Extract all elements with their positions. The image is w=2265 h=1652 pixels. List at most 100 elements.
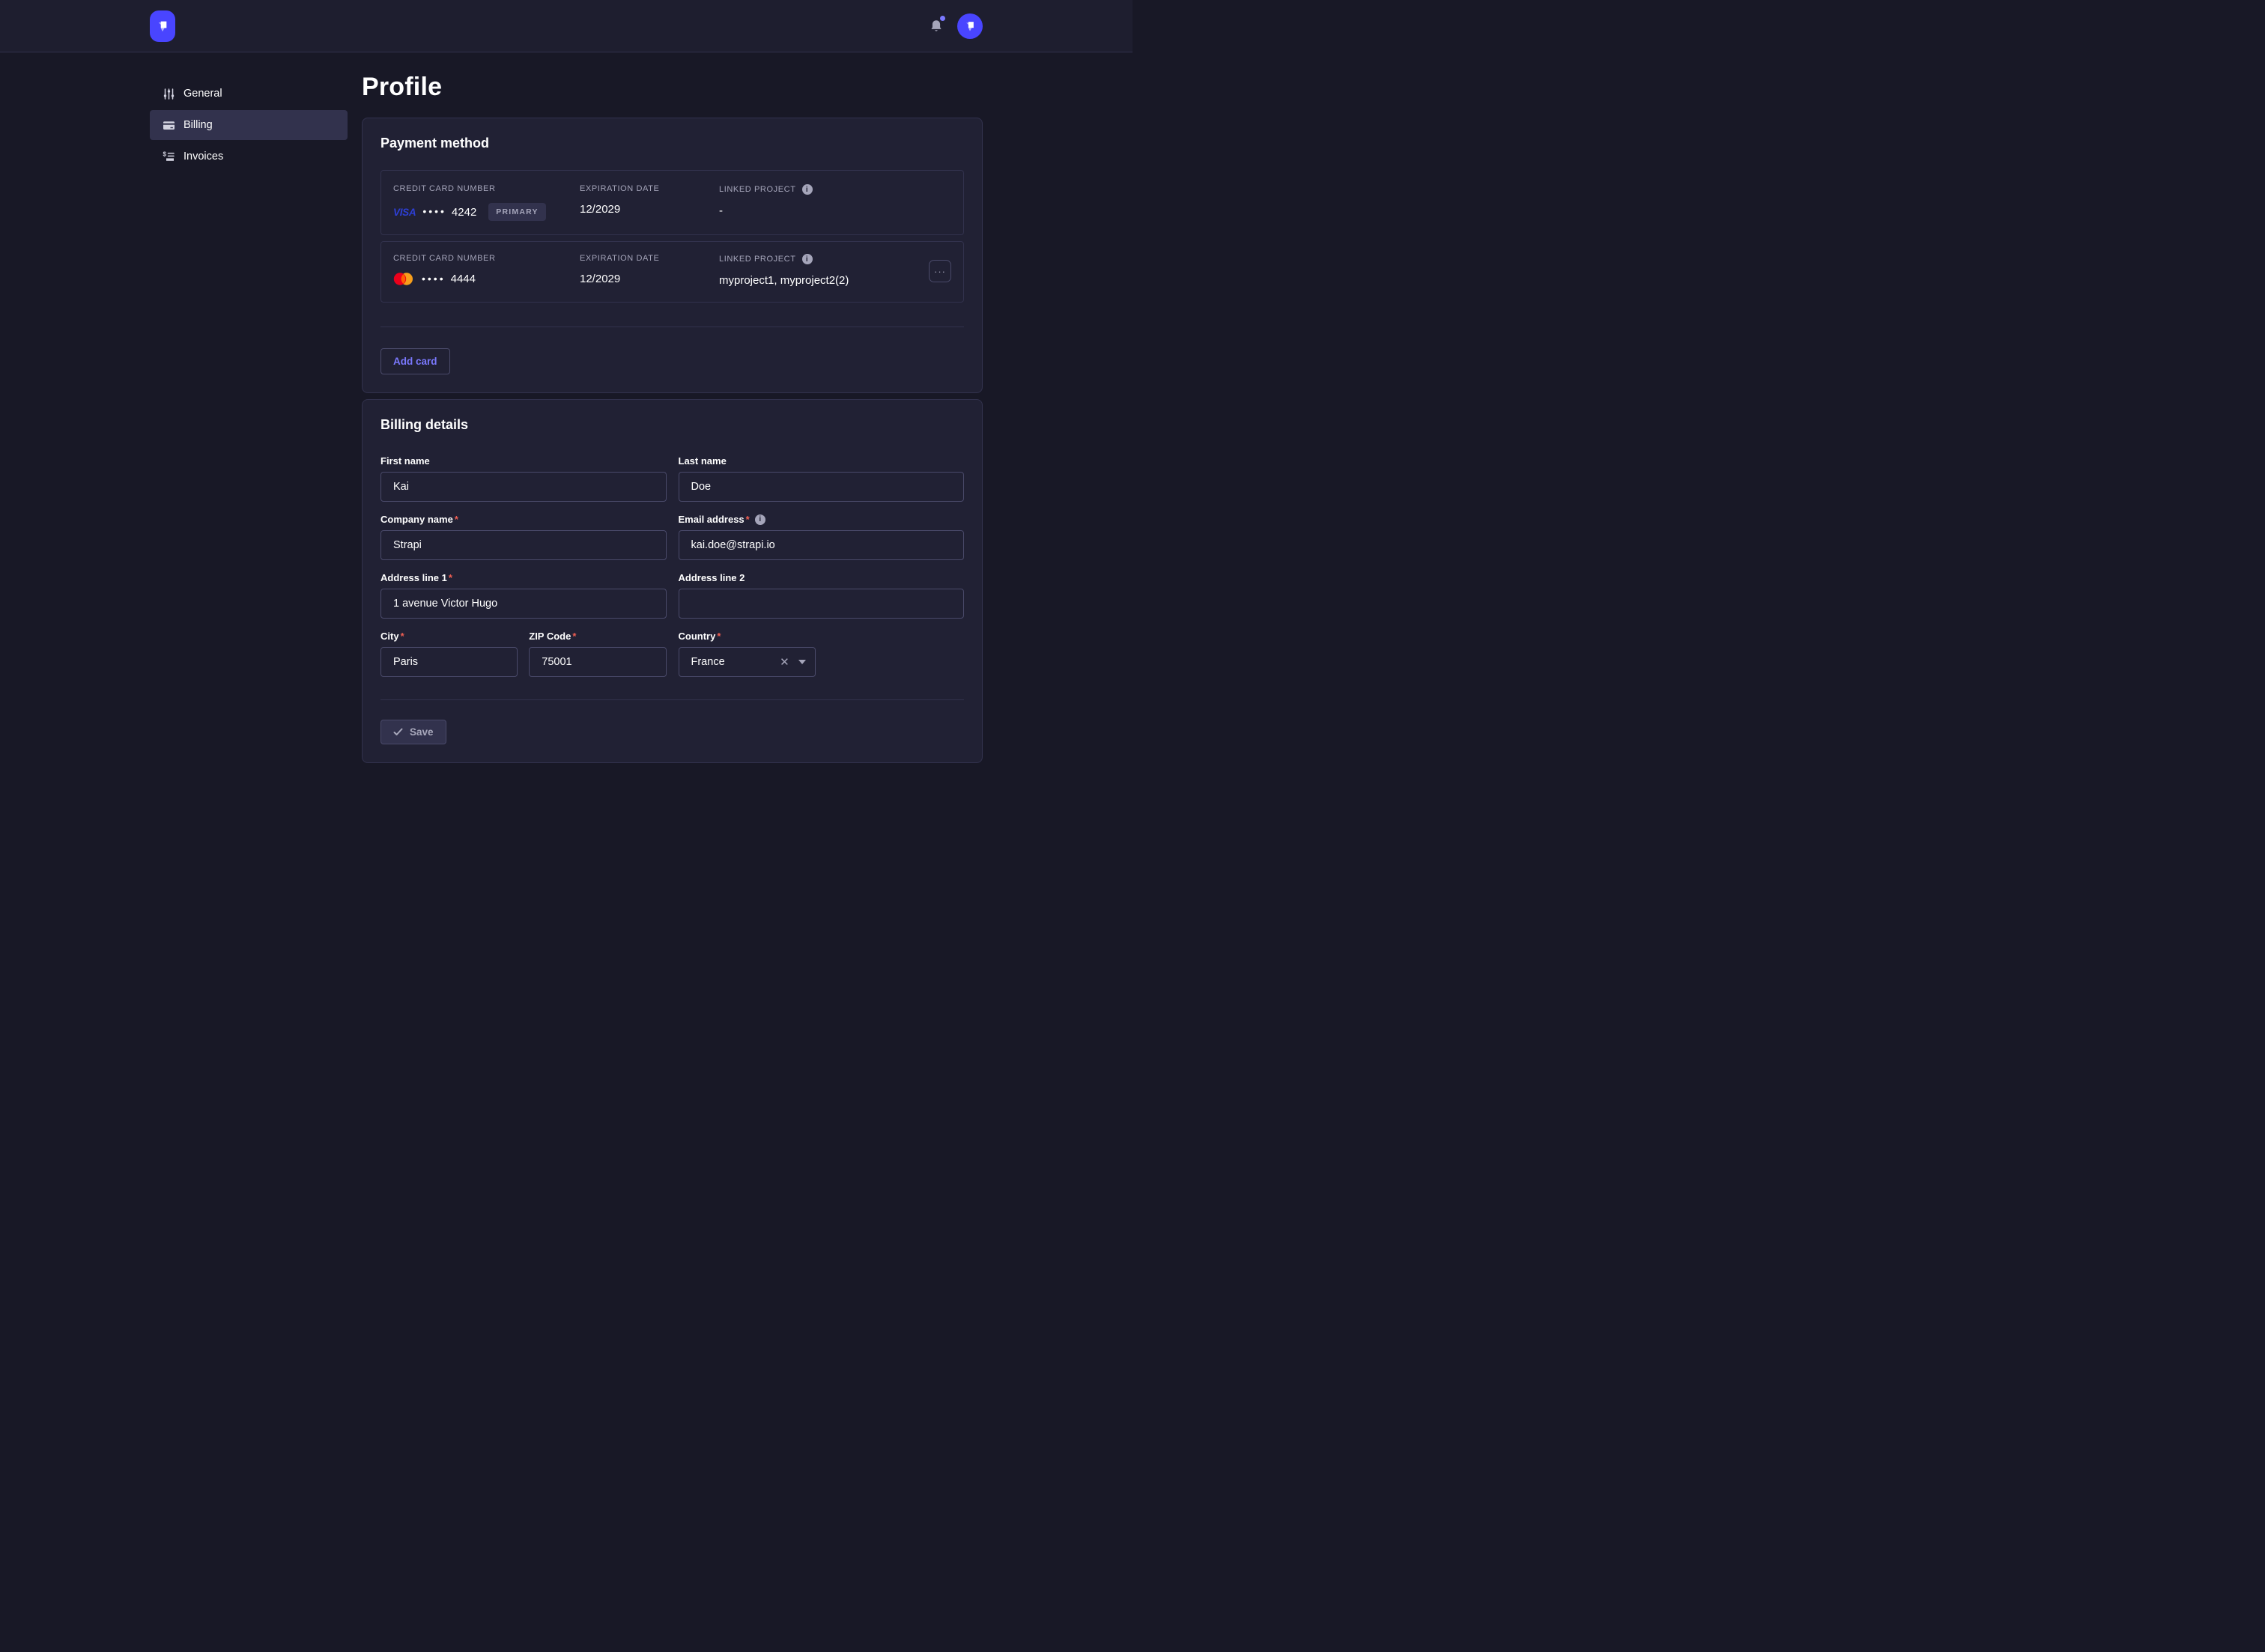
clear-icon[interactable]: ✕: [780, 657, 789, 668]
notification-dot: [940, 16, 945, 21]
linked-project-value: -: [719, 204, 929, 217]
notifications-button[interactable]: [929, 18, 944, 34]
linked-project-header: LINKED PROJECT: [719, 185, 796, 194]
page-title: Profile: [362, 73, 983, 102]
zip-label: ZIP Code: [529, 631, 571, 642]
sidebar-item-invoices[interactable]: $ Invoices: [150, 142, 348, 171]
first-name-group: First name: [380, 455, 667, 502]
card-last4: 4444: [451, 273, 476, 285]
required-marker: *: [746, 514, 750, 525]
svg-text:$: $: [163, 151, 167, 157]
topbar-actions: [929, 13, 983, 39]
last-name-field[interactable]: [679, 472, 965, 502]
country-row: Country * France ✕: [679, 631, 965, 677]
sidebar-item-billing[interactable]: Billing: [150, 110, 348, 140]
last-name-label: Last name: [679, 455, 965, 467]
required-marker: *: [401, 631, 404, 642]
zip-group: ZIP Code *: [529, 631, 666, 677]
sidebar-item-general[interactable]: General: [150, 79, 348, 109]
linked-project-column: LINKED PROJECT i myproject1, myproject2(…: [719, 254, 929, 287]
invoice-icon: $: [163, 151, 175, 163]
credit-card-row-visa: CREDIT CARD NUMBER VISA •••• 4242 PRIMAR…: [380, 170, 964, 235]
card-number-header: CREDIT CARD NUMBER: [393, 254, 580, 263]
topbar: [0, 0, 1132, 52]
card-number-column: CREDIT CARD NUMBER •••• 4444: [393, 254, 580, 285]
credit-card-row-mastercard: CREDIT CARD NUMBER •••• 4444 EXPIRATION …: [380, 241, 964, 303]
billing-details-title: Billing details: [380, 417, 964, 433]
expiration-header: EXPIRATION DATE: [580, 184, 719, 193]
zip-field[interactable]: [529, 647, 666, 677]
check-icon: [393, 728, 403, 736]
card-last4: 4242: [452, 206, 476, 219]
divider: [380, 699, 964, 700]
sidebar-item-label: Invoices: [184, 151, 223, 163]
card-number-column: CREDIT CARD NUMBER VISA •••• 4242 PRIMAR…: [393, 184, 580, 221]
linked-project-header: LINKED PROJECT: [719, 255, 796, 264]
mastercard-logo: [393, 273, 413, 285]
card-dots: ••••: [422, 273, 446, 285]
expiration-column: EXPIRATION DATE 12/2029: [580, 254, 719, 285]
expiration-value: 12/2029: [580, 273, 719, 285]
required-marker: *: [572, 631, 576, 642]
card-dots: ••••: [422, 205, 446, 217]
city-group: City *: [380, 631, 518, 677]
strapi-bolt-icon: [154, 17, 171, 35]
credit-card-icon: [163, 119, 175, 132]
linked-project-column: LINKED PROJECT i -: [719, 184, 929, 217]
email-group: Email address * i: [679, 514, 965, 560]
first-name-label: First name: [380, 455, 667, 467]
city-field[interactable]: [380, 647, 518, 677]
info-icon[interactable]: i: [755, 514, 765, 525]
expiration-value: 12/2029: [580, 203, 719, 216]
company-name-label: Company name: [380, 514, 453, 525]
strapi-bolt-icon: [962, 18, 977, 34]
linked-project-value: myproject1, myproject2(2): [719, 274, 929, 287]
save-button[interactable]: Save: [380, 720, 446, 744]
strapi-logo[interactable]: [150, 10, 175, 42]
save-button-label: Save: [410, 726, 434, 738]
visa-logo: VISA: [393, 207, 416, 218]
country-select[interactable]: France ✕: [679, 647, 816, 677]
address-line2-field[interactable]: [679, 589, 965, 619]
country-value: France: [691, 656, 780, 668]
ellipsis-icon: ···: [934, 266, 946, 277]
chevron-down-icon: [798, 660, 806, 664]
city-label: City: [380, 631, 399, 642]
sliders-icon: [163, 88, 175, 100]
bell-icon: [930, 19, 942, 33]
email-field[interactable]: [679, 530, 965, 560]
billing-form: First name Last name Company name * Emai…: [380, 455, 964, 677]
card-actions-menu-button[interactable]: ···: [929, 260, 951, 282]
address-line2-label: Address line 2: [679, 572, 965, 583]
settings-sidebar: General Billing $ Invoices: [150, 79, 348, 173]
email-label: Email address: [679, 514, 745, 525]
add-card-button[interactable]: Add card: [380, 348, 450, 374]
sidebar-item-label: General: [184, 88, 222, 100]
primary-badge: PRIMARY: [488, 203, 545, 221]
card-number-header: CREDIT CARD NUMBER: [393, 184, 580, 193]
address-line1-group: Address line 1 *: [380, 572, 667, 619]
first-name-field[interactable]: [380, 472, 667, 502]
expiration-header: EXPIRATION DATE: [580, 254, 719, 263]
expiration-column: EXPIRATION DATE 12/2029: [580, 184, 719, 216]
company-name-group: Company name *: [380, 514, 667, 560]
last-name-group: Last name: [679, 455, 965, 502]
required-marker: *: [455, 514, 458, 525]
profile-page: Profile Payment method CREDIT CARD NUMBE…: [362, 73, 983, 763]
company-name-field[interactable]: [380, 530, 667, 560]
info-icon[interactable]: i: [802, 184, 813, 195]
address-line2-group: Address line 2: [679, 572, 965, 619]
country-group: Country * France ✕: [679, 631, 816, 677]
city-zip-row: City * ZIP Code *: [380, 631, 667, 677]
info-icon[interactable]: i: [802, 254, 813, 264]
user-avatar[interactable]: [957, 13, 983, 39]
address-line1-field[interactable]: [380, 589, 667, 619]
required-marker: *: [717, 631, 721, 642]
payment-method-panel: Payment method CREDIT CARD NUMBER VISA •…: [362, 118, 983, 393]
country-label: Country: [679, 631, 716, 642]
required-marker: *: [449, 572, 452, 583]
sidebar-item-label: Billing: [184, 119, 213, 131]
payment-method-title: Payment method: [380, 136, 964, 151]
address-line1-label: Address line 1: [380, 572, 447, 583]
billing-details-panel: Billing details First name Last name Com…: [362, 399, 983, 763]
